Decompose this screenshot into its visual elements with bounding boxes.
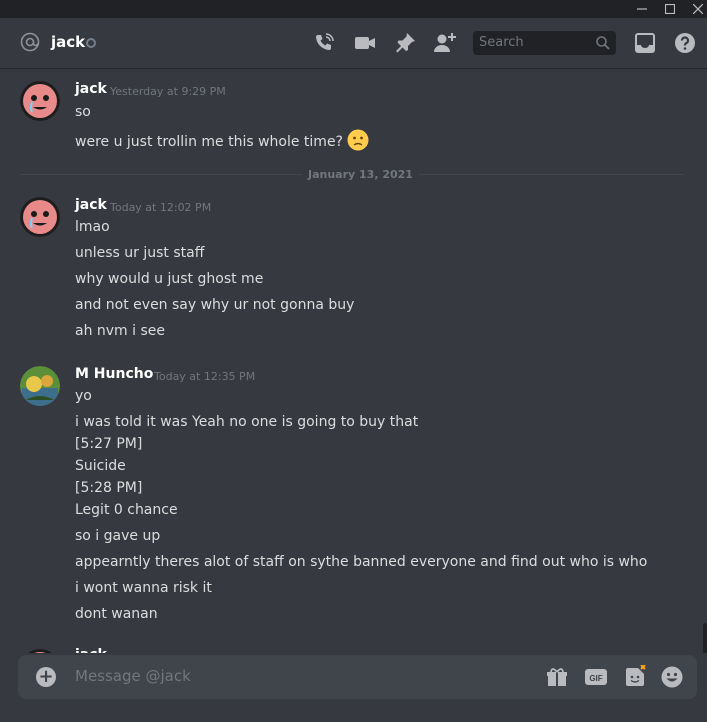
pink-face-avatar-icon bbox=[28, 649, 52, 653]
message-timestamp: Yesterday at 9:29 PM bbox=[110, 85, 226, 98]
minimize-icon bbox=[637, 8, 647, 10]
at-icon bbox=[20, 32, 40, 52]
search-icon bbox=[596, 36, 610, 50]
message-text-with-emoji: were u just trollin me this whole time? bbox=[75, 129, 369, 151]
close-button[interactable] bbox=[684, 0, 707, 18]
message-text: dont wanan bbox=[75, 606, 158, 622]
emoji-icon[interactable] bbox=[660, 665, 684, 689]
help-icon[interactable] bbox=[673, 31, 697, 55]
message-timestamp: Today at 12:02 PM bbox=[110, 201, 212, 214]
message-text: Legit 0 chance bbox=[75, 502, 178, 518]
sticker-icon[interactable] bbox=[623, 665, 647, 689]
channel-user-name: jack bbox=[51, 33, 86, 51]
message-text: ah nvm i see bbox=[75, 323, 166, 339]
date-divider-label: January 13, 2021 bbox=[302, 168, 419, 181]
message-text: Suicide bbox=[75, 458, 126, 474]
call-icon[interactable] bbox=[312, 31, 336, 55]
message-text: were u just trollin me this whole time? bbox=[75, 134, 343, 150]
pink-face-avatar-icon bbox=[20, 81, 60, 121]
avatar[interactable] bbox=[20, 649, 60, 653]
gif-icon[interactable]: GIF bbox=[584, 665, 608, 689]
inbox-icon[interactable] bbox=[633, 31, 657, 55]
close-icon bbox=[693, 4, 703, 14]
svg-text:GIF: GIF bbox=[589, 674, 602, 683]
message-author[interactable]: jack bbox=[75, 81, 107, 97]
add-friend-icon[interactable] bbox=[433, 31, 457, 55]
message-timestamp: Today at 12:35 PM bbox=[154, 370, 256, 383]
title-bar bbox=[0, 0, 707, 18]
avatar[interactable] bbox=[20, 366, 60, 406]
message-author[interactable]: jack bbox=[75, 647, 107, 653]
message-text: so bbox=[75, 104, 91, 120]
message-text: appearntly theres alot of staff on sythe… bbox=[75, 554, 648, 570]
message-text: and not even say why ur not gonna buy bbox=[75, 297, 355, 313]
video-call-icon[interactable] bbox=[353, 31, 377, 55]
pin-icon[interactable] bbox=[393, 31, 417, 55]
message-text: i was told it was Yeah no one is going t… bbox=[75, 414, 419, 430]
pink-face-avatar-icon bbox=[20, 197, 60, 237]
message-input[interactable]: Message @jack bbox=[75, 667, 191, 685]
message-list: jack Yesterday at 9:29 PM so were u just… bbox=[0, 68, 707, 653]
gift-icon[interactable] bbox=[545, 665, 569, 689]
cartoon-avatar-icon bbox=[20, 366, 60, 406]
confused-face-emoji-icon bbox=[347, 129, 369, 151]
message-author[interactable]: M Huncho bbox=[75, 366, 153, 382]
status-indicator bbox=[86, 38, 96, 48]
avatar[interactable] bbox=[20, 197, 60, 237]
message-text: so i gave up bbox=[75, 528, 161, 544]
scrollbar-thumb[interactable] bbox=[703, 623, 707, 653]
channel-header: jack Search bbox=[0, 18, 707, 68]
message-text: unless ur just staff bbox=[75, 245, 205, 261]
message-author[interactable]: jack bbox=[75, 197, 107, 213]
maximize-button[interactable] bbox=[656, 0, 684, 18]
search-placeholder: Search bbox=[479, 35, 524, 50]
maximize-icon bbox=[665, 4, 675, 14]
message-text: i wont wanna risk it bbox=[75, 580, 212, 596]
message-composer[interactable]: + Message @jack GIF bbox=[18, 655, 697, 699]
minimize-button[interactable] bbox=[628, 0, 656, 18]
message-text: yo bbox=[75, 388, 92, 404]
search-box[interactable]: Search bbox=[473, 31, 616, 55]
message-text: [5:27 PM] bbox=[75, 436, 143, 452]
message-text: lmao bbox=[75, 219, 110, 235]
message-text: [5:28 PM] bbox=[75, 480, 143, 496]
avatar[interactable] bbox=[20, 81, 60, 121]
message-text: why would u just ghost me bbox=[75, 271, 264, 287]
attach-plus-icon[interactable]: + bbox=[36, 667, 56, 687]
